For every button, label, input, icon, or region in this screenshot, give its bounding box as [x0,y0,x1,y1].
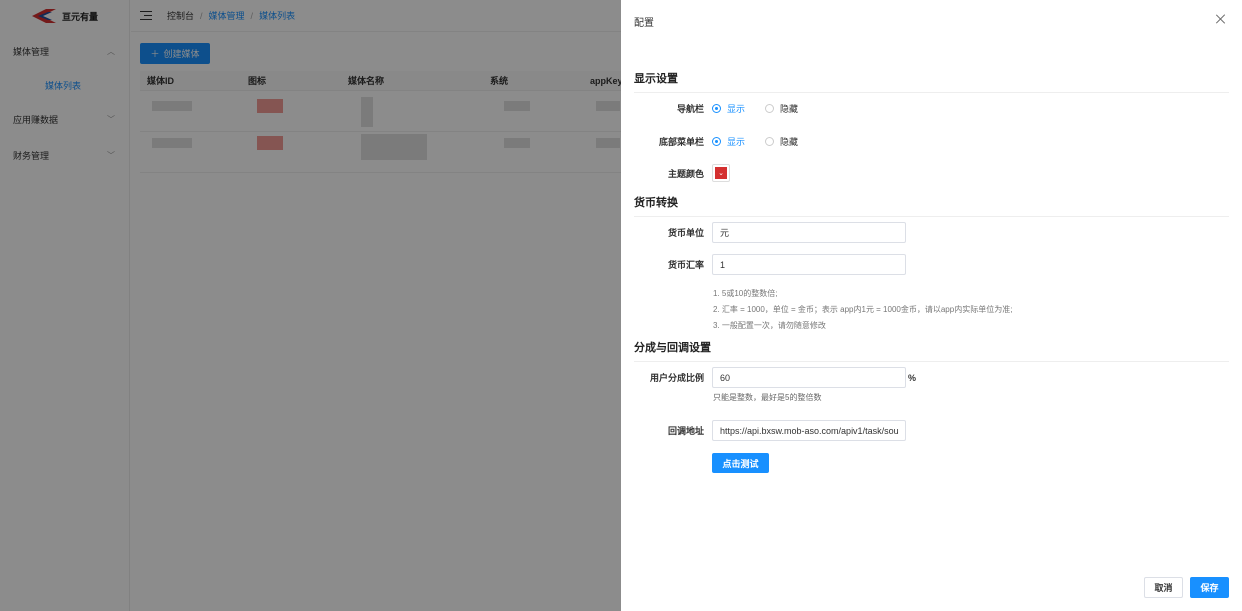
navbar-row: 导航栏 显示 隐藏 [621,102,1242,115]
color-swatch: ⌄ [715,167,727,179]
bottom-menu-show-radio[interactable]: 显示 [712,135,745,148]
drawer-title: 配置 [634,18,654,29]
user-ratio-label: 用户分成比例 [649,373,704,383]
close-icon[interactable] [1215,13,1227,25]
user-ratio-row: 用户分成比例 60 % [621,367,1242,388]
theme-color-label: 主题颜色 [667,168,704,179]
user-ratio-hint: 只能是整数，最好是5的整倍数 [713,393,822,402]
section-title-currency: 货币转换 [634,194,1229,217]
save-button[interactable]: 保存 [1190,577,1229,598]
section-title-share-callback: 分成与回调设置 [634,339,1229,362]
currency-rate-label: 货币汇率 [667,260,704,270]
radio-label: 隐藏 [780,137,799,147]
theme-color-picker[interactable]: ⌄ [712,164,730,182]
callback-row: 回调地址 https://api.bxsw.mob-aso.com/apiv1/… [621,420,1242,441]
navbar-label: 导航栏 [676,104,704,114]
bottom-menu-label: 底部菜单栏 [658,137,704,147]
radio-unchecked-icon [765,137,775,146]
navbar-show-radio[interactable]: 显示 [712,102,745,115]
radio-unchecked-icon [765,104,775,113]
test-callback-button[interactable]: 点击测试 [712,453,769,473]
currency-unit-input[interactable]: 元 [712,222,906,243]
cancel-button[interactable]: 取消 [1144,577,1183,598]
radio-checked-icon [712,104,721,113]
percent-suffix: % [908,372,917,383]
radio-label: 显示 [727,104,746,114]
currency-note-2: 2. 汇率 = 1000，单位 = 金币；表示 app内1元 = 1000金币，… [713,305,1013,314]
config-drawer: 配置 显示设置 导航栏 显示 隐藏 底部菜单栏 显示 隐藏 主题颜色 ⌄ 货币转… [621,0,1242,611]
radio-label: 隐藏 [780,104,799,114]
currency-rate-input[interactable]: 1 [712,254,906,275]
navbar-hide-radio[interactable]: 隐藏 [765,102,798,115]
theme-color-row: 主题颜色 ⌄ [621,164,1242,182]
currency-note-3: 3. 一般配置一次，请勿随意修改 [713,321,826,330]
section-title-display: 显示设置 [634,70,1229,93]
currency-rate-row: 货币汇率 1 [621,254,1242,275]
radio-checked-icon [712,137,721,146]
user-ratio-input[interactable]: 60 [712,367,906,388]
currency-unit-row: 货币单位 元 [621,222,1242,243]
bottom-menu-hide-radio[interactable]: 隐藏 [765,135,798,148]
radio-label: 显示 [727,137,746,147]
callback-url-input[interactable]: https://api.bxsw.mob-aso.com/apiv1/task/… [712,420,906,441]
callback-label: 回调地址 [667,426,704,436]
chevron-down-icon: ⌄ [718,169,724,177]
currency-note-1: 1. 5或10的整数倍; [713,289,778,298]
bottom-menu-row: 底部菜单栏 显示 隐藏 [621,135,1242,148]
currency-unit-label: 货币单位 [667,228,704,238]
